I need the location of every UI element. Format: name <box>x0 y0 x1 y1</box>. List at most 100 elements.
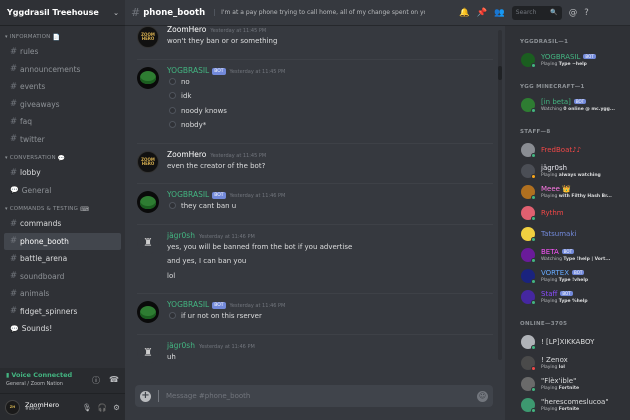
channel-item-events[interactable]: # events <box>4 78 121 96</box>
member-activity: Playing Type !vhelp <box>541 278 588 283</box>
member-activity: Playing Type %help <box>541 299 588 304</box>
message-group: ZOOM HERO ZoomHero Yesterday at 11:45 PM won… <box>125 26 493 55</box>
member-item[interactable]: Meee 👑 Playing with Filthy Hash Br... <box>521 185 630 201</box>
avatar[interactable] <box>137 191 159 213</box>
status-indicator <box>531 387 536 392</box>
channel-item-general[interactable]: 💬 General <box>4 182 121 200</box>
message-author[interactable]: ZoomHero Yesterday at 11:45 PM <box>167 26 266 34</box>
channel-label: lobby <box>20 168 41 178</box>
channel-item-animals[interactable]: # animals <box>4 285 121 303</box>
activity-name: Type %help <box>558 299 588 304</box>
voice-status-bar: ▮ Voice Connected General / Zoom Nation ⓘ… <box>0 368 125 394</box>
member-item[interactable]: VORTEX BOT Playing Type !vhelp <box>521 269 630 285</box>
member-item[interactable]: ! Zenox Playing lol <box>521 356 630 372</box>
channel-label: twitter <box>20 134 45 144</box>
emoji-picker-icon[interactable]: ☺ <box>477 390 488 402</box>
member-item[interactable]: jägr0sh Playing always watching <box>521 164 630 180</box>
member-item[interactable]: ! [LP]XIKKABOY <box>521 335 630 351</box>
discord-window: Yggdrasil Treehouse ⌄ ▾ INFORMATION 📄 # rule… <box>0 0 630 420</box>
activity-name: Type ~help <box>558 62 587 67</box>
member-name: Tatsumaki <box>541 230 576 238</box>
message-input[interactable] <box>166 392 456 400</box>
member-item[interactable]: FredBoat♪♪ <box>521 143 630 159</box>
category-header[interactable]: ▾ COMMANDS & TESTING ⌨ <box>0 203 125 215</box>
hash-icon: # <box>10 236 18 247</box>
status-indicator <box>531 195 536 200</box>
member-item[interactable]: YOGBRASIL BOT Playing Type ~help <box>521 53 630 69</box>
avatar[interactable] <box>137 301 159 323</box>
hash-icon: # <box>10 64 18 75</box>
speaker-icon: 💬 <box>10 324 19 333</box>
message-text: they cant ban u <box>169 202 236 210</box>
avatar[interactable] <box>137 66 159 89</box>
channel-item-soundboard[interactable]: # soundboard <box>4 268 121 286</box>
info-icon[interactable]: ⓘ <box>92 375 100 386</box>
channel-label: soundboard <box>20 271 65 281</box>
channel-item-battle-arena[interactable]: # battle_arena <box>4 250 121 268</box>
speaker-icon: 💬 <box>10 186 19 195</box>
message-text: lol <box>167 272 175 280</box>
message-content: they cant ban u <box>181 202 237 210</box>
search-input[interactable]: Search 🔍 <box>511 5 562 20</box>
message-timestamp: Yesterday at 11:46 PM <box>229 303 286 309</box>
member-item[interactable]: BETA BOT Watching Type !help | Vort... <box>521 248 630 264</box>
disconnect-icon[interactable]: ☎ <box>109 375 119 386</box>
message-author[interactable]: YOGBRASIL BOT Yesterday at 11:46 PM <box>167 300 285 309</box>
channel-item-sounds-[interactable]: 💬 Sounds! <box>4 320 121 338</box>
help-icon[interactable]: ? <box>584 8 589 18</box>
member-item[interactable]: Staff BOT Playing Type %help <box>521 290 630 306</box>
avatar[interactable]: ZH <box>5 399 20 415</box>
members-icon[interactable]: 👥 <box>494 8 505 18</box>
bell-icon[interactable]: 🔔 <box>459 8 470 18</box>
pin-icon[interactable]: 📌 <box>477 8 488 18</box>
member-list: YGGDRASIL—1 YOGBRASIL BOT Playing Type ~hel… <box>505 26 630 420</box>
figure-icon: ♜ <box>143 236 153 249</box>
category-header[interactable]: ▾ CONVERSATION 💬 <box>0 152 125 164</box>
category-header[interactable]: ▾ INFORMATION 📄 <box>0 31 125 43</box>
channel-item-phone-booth[interactable]: # phone_booth <box>4 232 121 250</box>
member-item[interactable]: "Flèx'ible" Playing Fortnite <box>521 377 630 393</box>
channel-topic[interactable]: I'm at a pay phone trying to call home, … <box>214 9 425 16</box>
avatar[interactable]: ♜ <box>137 231 159 254</box>
message-author[interactable]: jägr0sh Yesterday at 11:46 PM <box>167 231 255 240</box>
member-avatar <box>521 143 536 158</box>
channel-item-rules[interactable]: # rules <box>4 43 121 61</box>
channel-item-fidget-spinners[interactable]: # fidget_spinners <box>4 303 121 321</box>
message-author[interactable]: YOGBRASIL BOT Yesterday at 11:46 PM <box>167 190 285 199</box>
server-header[interactable]: Yggdrasil Treehouse ⌄ <box>0 0 125 26</box>
message-author[interactable]: ZoomHero Yesterday at 11:45 PM <box>167 150 266 159</box>
figure-icon: ♜ <box>143 346 153 359</box>
member-name-text: Tatsumaki <box>541 230 577 238</box>
member-item[interactable]: Rythm <box>521 206 630 222</box>
channel-item-twitter[interactable]: # twitter <box>4 131 121 149</box>
headphones-icon[interactable]: 🎧 <box>98 403 107 412</box>
microphone-icon[interactable]: 🎙 <box>82 403 92 412</box>
hash-icon: # <box>10 306 18 317</box>
message-author[interactable]: jägr0sh Yesterday at 11:46 PM <box>167 341 255 350</box>
activity-verb: Playing <box>541 278 559 283</box>
user-panel: ZH ZoomHero #0919 🎙 🎧 ⚙ <box>0 394 125 420</box>
channel-item-faq[interactable]: # faq <box>4 113 121 131</box>
channel-item-giveaways[interactable]: # giveaways <box>4 96 121 114</box>
mention-icon[interactable]: @ <box>569 8 578 18</box>
member-item[interactable]: [in beta] BOT Watching 0 online @ mc.ygg..… <box>521 98 630 114</box>
message-timestamp: Yesterday at 11:45 PM <box>210 152 267 159</box>
channel-label: rules <box>20 47 39 57</box>
channel-item-lobby[interactable]: # lobby <box>4 164 121 182</box>
avatar[interactable]: ZOOM HERO <box>137 150 159 173</box>
member-item[interactable]: "herescomeslucoa" Playing Fortnite <box>521 398 630 414</box>
activity-name: Fortnite <box>558 407 580 412</box>
channel-item-commands[interactable]: # commands <box>4 215 121 233</box>
member-activity: Playing Type ~help <box>541 62 587 67</box>
avatar[interactable]: ZOOM HERO <box>137 26 159 48</box>
channel-item-announcements[interactable]: # announcements <box>4 61 121 79</box>
member-activity: Watching Type !help | Vort... <box>541 257 610 262</box>
message-content: yes, you will be banned from the bot if … <box>167 242 353 251</box>
member-item[interactable]: Tatsumaki <box>521 227 630 243</box>
scrollbar-thumb[interactable] <box>498 66 502 80</box>
settings-gear-icon[interactable]: ⚙ <box>113 403 120 412</box>
member-avatar <box>521 206 536 221</box>
upload-plus-icon[interactable]: + <box>140 390 151 402</box>
avatar[interactable]: ♜ <box>137 341 159 364</box>
message-author[interactable]: YOGBRASIL BOT Yesterday at 11:45 PM <box>167 66 285 75</box>
